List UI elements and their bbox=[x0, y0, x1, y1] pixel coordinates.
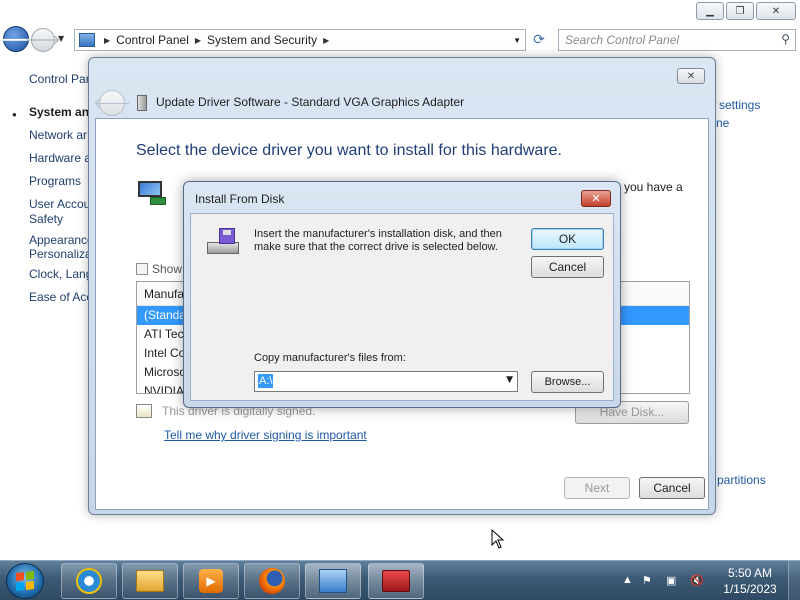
sidebar-item-system-and-security[interactable]: System and bbox=[29, 105, 96, 119]
forward-button[interactable]: 🡒 bbox=[26, 28, 60, 52]
internet-explorer-icon bbox=[76, 568, 102, 594]
browse-button[interactable]: Browse... bbox=[531, 371, 604, 393]
show-compatible-checkbox[interactable]: Show bbox=[136, 262, 182, 276]
start-button[interactable] bbox=[6, 563, 44, 599]
driver-signing-link[interactable]: Tell me why driver signing is important bbox=[164, 428, 367, 442]
window-controls: ▁ ❐ ✕ bbox=[696, 2, 796, 20]
recent-pages-dropdown[interactable]: ▼ bbox=[58, 34, 64, 43]
next-button[interactable]: Next bbox=[564, 477, 630, 499]
device-icon bbox=[137, 95, 147, 111]
clock-time[interactable]: 5:50 AM bbox=[724, 566, 776, 580]
maximize-button[interactable]: ❐ bbox=[726, 2, 754, 20]
media-player-icon: ▶ bbox=[199, 569, 223, 593]
address-dropdown-icon[interactable]: ▼ bbox=[513, 36, 521, 45]
refresh-icon[interactable]: ⟳ bbox=[528, 29, 550, 51]
cancel-button[interactable]: Cancel bbox=[639, 477, 705, 499]
taskbar-windows-explorer[interactable] bbox=[122, 563, 178, 599]
clock-date[interactable]: 1/15/2023 bbox=[714, 582, 786, 596]
floppy-disk-icon bbox=[207, 228, 241, 258]
chevron-down-icon[interactable]: ▼ bbox=[506, 375, 513, 385]
breadcrumb-control-panel[interactable]: Control Panel bbox=[116, 33, 189, 47]
instruction-text: Insert the manufacturer's installation d… bbox=[254, 228, 502, 253]
close-button[interactable]: ✕ bbox=[581, 190, 611, 207]
folder-icon bbox=[136, 570, 164, 592]
action-center-flag-icon[interactable]: ⚑ bbox=[642, 574, 652, 587]
sidebar-item-user-accounts[interactable]: User Accou bbox=[29, 197, 90, 211]
sidebar-item-appearance-line2[interactable]: Personaliza bbox=[29, 247, 92, 261]
chevron-right-icon[interactable]: ▶ bbox=[195, 36, 201, 45]
navigation-bar: 🡐 🡒 ▼ ▶ Control Panel ▶ System and Secur… bbox=[0, 24, 800, 54]
install-from-disk-dialog: Install From Disk ✕ Insert the manufactu… bbox=[183, 181, 621, 408]
address-bar[interactable]: ▶ Control Panel ▶ System and Security ▶ … bbox=[74, 29, 526, 51]
chevron-right-icon[interactable]: ▶ bbox=[323, 36, 329, 45]
certificate-icon bbox=[136, 404, 152, 418]
control-panel-icon bbox=[319, 569, 347, 593]
show-hidden-icons-icon[interactable]: ▲ bbox=[622, 574, 633, 586]
close-button[interactable]: ✕ bbox=[756, 2, 796, 20]
search-input[interactable]: Search Control Panel ⚲ bbox=[558, 29, 796, 51]
settings-link[interactable]: settings bbox=[719, 98, 760, 112]
current-item-bullet: ● bbox=[12, 110, 17, 119]
description-text: you have a bbox=[624, 180, 683, 194]
source-path-combobox[interactable]: A:\ ▼ bbox=[254, 371, 518, 392]
sidebar-item-control-panel-home[interactable]: Control Par bbox=[29, 72, 90, 86]
taskbar-control-panel[interactable] bbox=[305, 563, 361, 599]
chevron-right-icon[interactable]: ▶ bbox=[104, 36, 110, 45]
back-arrow-icon[interactable]: 🡐 bbox=[93, 90, 131, 116]
copy-files-label: Copy manufacturer's files from: bbox=[254, 352, 406, 364]
dialog-heading: Select the device driver you want to ins… bbox=[136, 142, 562, 159]
taskbar-toolbox[interactable] bbox=[368, 563, 424, 599]
breadcrumb-system-and-security[interactable]: System and Security bbox=[207, 33, 317, 47]
dialog-title: Update Driver Software - Standard VGA Gr… bbox=[156, 95, 465, 109]
ok-button[interactable]: OK bbox=[531, 228, 604, 250]
source-path-value[interactable]: A:\ bbox=[258, 374, 274, 388]
checkbox-label: Show bbox=[152, 262, 183, 276]
dialog-title: Install From Disk bbox=[195, 192, 285, 206]
network-icon[interactable]: ▣ bbox=[666, 574, 676, 587]
sidebar-item-appearance[interactable]: Appearance bbox=[29, 233, 94, 247]
firefox-icon bbox=[259, 568, 285, 594]
sidebar-item-user-accounts-line2[interactable]: Safety bbox=[29, 212, 63, 226]
system-tray: ▲ ⚑ ▣ 🔇 5:50 AM 1/15/2023 bbox=[616, 561, 800, 600]
minimize-button[interactable]: ▁ bbox=[696, 2, 724, 20]
search-icon[interactable]: ⚲ bbox=[781, 32, 790, 46]
checkbox[interactable] bbox=[136, 263, 148, 275]
toolbox-icon bbox=[382, 570, 410, 592]
taskbar-internet-explorer[interactable] bbox=[61, 563, 117, 599]
taskbar: ▶ ▲ ⚑ ▣ 🔇 5:50 AM 1/15/2023 bbox=[0, 560, 800, 600]
sidebar-item-network[interactable]: Network ar bbox=[29, 128, 87, 142]
windows-logo-icon bbox=[16, 571, 34, 591]
monitor-icon bbox=[136, 179, 166, 205]
sidebar-item-ease-of-access[interactable]: Ease of Acc bbox=[29, 290, 92, 304]
taskbar-firefox[interactable] bbox=[244, 563, 300, 599]
control-panel-icon bbox=[79, 33, 95, 47]
partial-link[interactable]: ne bbox=[716, 116, 729, 130]
search-placeholder: Search Control Panel bbox=[565, 33, 680, 47]
taskbar-media-player[interactable]: ▶ bbox=[183, 563, 239, 599]
sidebar-item-clock-language[interactable]: Clock, Lang bbox=[29, 267, 92, 281]
sidebar-item-programs[interactable]: Programs bbox=[29, 174, 81, 188]
sidebar-item-hardware[interactable]: Hardware a bbox=[29, 151, 91, 165]
dialog-body: Insert the manufacturer's installation d… bbox=[190, 213, 614, 401]
partitions-link[interactable]: partitions bbox=[717, 473, 766, 487]
mouse-cursor-icon bbox=[491, 529, 505, 549]
cancel-button[interactable]: Cancel bbox=[531, 256, 604, 278]
show-desktop-button[interactable] bbox=[788, 561, 800, 600]
volume-muted-icon[interactable]: 🔇 bbox=[690, 574, 704, 587]
close-button[interactable]: ✕ bbox=[677, 68, 705, 84]
